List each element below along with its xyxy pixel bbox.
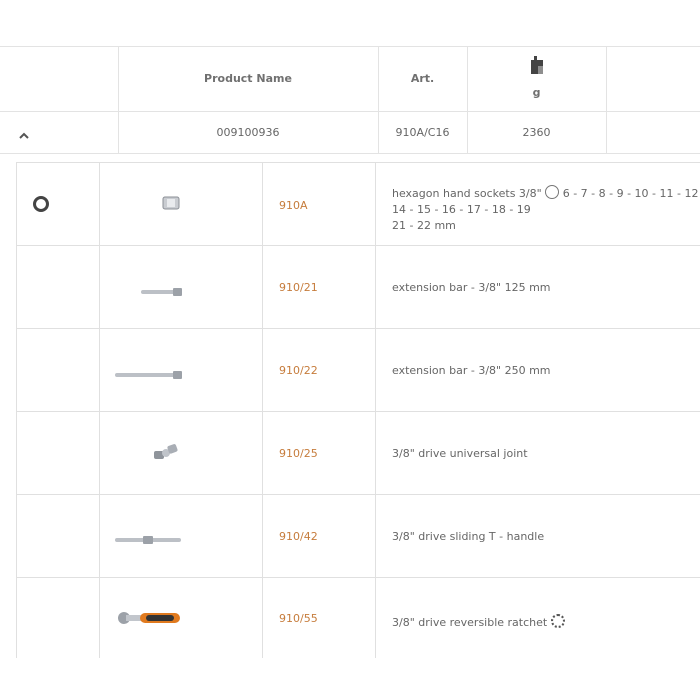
article-code[interactable]: 910/21 <box>279 281 318 294</box>
set-components-table: 910A hexagon hand sockets 3/8" 6 - 7 - 8… <box>16 162 700 658</box>
item-description: hexagon hand sockets 3/8" 6 - 7 - 8 - 9 … <box>392 185 700 234</box>
ratchet-teeth-icon <box>550 614 565 628</box>
column-header-weight-unit: g <box>532 85 541 99</box>
hexagon-socket-icon <box>33 196 49 212</box>
divider <box>0 153 700 154</box>
extension-bar-long-image <box>115 365 183 384</box>
extension-bar-short-image <box>141 282 183 301</box>
description-sizes: 6 - 7 - 8 - 9 - 10 - 11 - 12 - 13 <box>562 187 700 200</box>
description-line: 14 - 15 - 16 - 17 - 18 - 19 <box>392 203 531 216</box>
article-code[interactable]: 910/22 <box>279 364 318 377</box>
table-row: 910/55 3/8" drive reversible ratchet <box>16 577 700 658</box>
hexagon-profile-icon <box>545 185 560 199</box>
column-header-product-name: Product Name <box>204 72 292 85</box>
cell-art: 910A/C16 <box>395 125 450 139</box>
product-header-table: Product Name Art. g 009100936 910A/C16 2… <box>0 46 700 154</box>
table-row: 910/42 3/8" drive sliding T - handle <box>16 494 700 577</box>
table-row: 910/25 3/8" drive universal joint <box>16 411 700 494</box>
table-row: 910/21 extension bar - 3/8" 125 mm <box>16 245 700 328</box>
universal-joint-image <box>152 443 180 467</box>
item-description: 3/8" drive sliding T - handle <box>392 530 545 543</box>
description-line: hexagon hand sockets 3/8" <box>392 187 546 200</box>
article-code[interactable]: 910/25 <box>279 447 318 460</box>
cell-weight: 2360 <box>522 125 551 139</box>
chevron-up-icon[interactable] <box>17 125 31 139</box>
item-description: extension bar - 3/8" 250 mm <box>392 364 551 377</box>
table-row: 910A hexagon hand sockets 3/8" 6 - 7 - 8… <box>16 162 700 245</box>
socket-image <box>161 195 181 215</box>
article-code[interactable]: 910/42 <box>279 530 318 543</box>
item-description: 3/8" drive reversible ratchet <box>392 614 565 631</box>
table-row: 910/22 extension bar - 3/8" 250 mm <box>16 328 700 411</box>
description-line: 21 - 22 mm <box>392 219 456 232</box>
article-code[interactable]: 910/55 <box>279 612 318 625</box>
item-description: extension bar - 3/8" 125 mm <box>392 281 551 294</box>
reversible-ratchet-image <box>116 610 182 630</box>
divider <box>606 46 607 154</box>
cell-product-name: 009100936 <box>216 125 280 139</box>
column-header-art: Art. <box>410 72 435 85</box>
sliding-t-handle-image <box>115 530 183 549</box>
weight-icon <box>467 52 606 80</box>
description-text: 3/8" drive reversible ratchet <box>392 616 551 629</box>
article-code[interactable]: 910A <box>279 199 308 212</box>
item-description: 3/8" drive universal joint <box>392 447 528 460</box>
